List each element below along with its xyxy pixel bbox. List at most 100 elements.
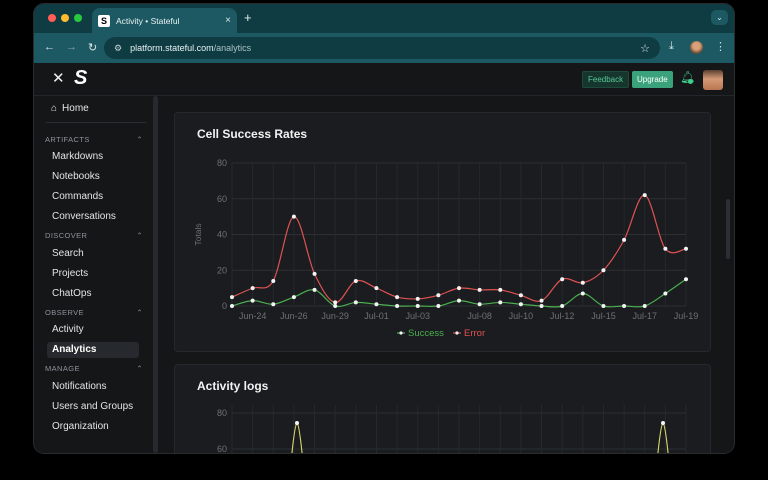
data-point-error (395, 295, 400, 300)
x-tick-label: Jul-10 (509, 311, 534, 321)
app-header: ✕ S Feedback Upgrade 🔔︎ (34, 63, 734, 96)
data-point-success (395, 304, 400, 308)
data-point-success (436, 304, 441, 308)
chevron-up-icon: ⌃ (136, 364, 143, 373)
sidebar-item-notifications[interactable]: Notifications (52, 381, 106, 392)
data-point-error (436, 293, 441, 298)
data-point-success (498, 300, 503, 305)
x-tick-label: Jul-17 (632, 311, 657, 321)
tab-search-chevron-icon[interactable]: ⌄ (711, 10, 728, 25)
stateful-logo[interactable]: S (74, 68, 94, 88)
data-point-success (539, 304, 544, 308)
sidebar-item-organization[interactable]: Organization (52, 421, 109, 432)
reload-icon[interactable]: ↻ (88, 41, 97, 54)
close-sidebar-icon[interactable]: ✕ (52, 69, 65, 87)
sidebar-item-conversations[interactable]: Conversations (52, 211, 116, 222)
kebab-menu-icon[interactable]: ⋮ (715, 40, 726, 53)
home-icon: ⌂ (51, 103, 58, 114)
data-point (295, 421, 299, 425)
legend-marker (455, 331, 459, 335)
sidebar-item-home[interactable]: ⌂ Home (51, 103, 89, 114)
data-point-error (498, 287, 503, 292)
sidebar-item-commands[interactable]: Commands (52, 191, 103, 202)
sidebar: ⌂ Home ARTIFACTS ⌃ Markdowns Notebooks Co… (34, 96, 160, 453)
data-point-success (518, 302, 523, 307)
minimize-window-button[interactable] (61, 14, 69, 22)
stateful-favicon-icon: S (98, 14, 110, 27)
x-tick-label: Jun-26 (280, 311, 308, 321)
back-arrow-icon[interactable]: ← (44, 41, 55, 53)
data-point-error (312, 271, 317, 276)
y-tick-label: 60 (217, 444, 227, 453)
section-manage[interactable]: MANAGE ⌃ (45, 364, 143, 373)
data-point-error (622, 237, 627, 242)
section-artifacts[interactable]: ARTIFACTS ⌃ (45, 135, 143, 144)
data-point-error (374, 286, 379, 291)
section-discover[interactable]: DISCOVER ⌃ (45, 231, 143, 240)
chevron-up-icon: ⌃ (136, 231, 143, 240)
y-tick-label: 20 (217, 265, 227, 275)
success-rates-chart: 0 20 40 60 80 Jun-24 Jun-26 Jun-29 Jul-01 Jul-03 J… (193, 158, 698, 339)
section-title: MANAGE (45, 364, 80, 373)
sidebar-item-chatops[interactable]: ChatOps (52, 288, 91, 299)
sidebar-item-projects[interactable]: Projects (52, 268, 88, 279)
url-host: platform.stateful.com (130, 43, 214, 53)
section-observe[interactable]: OBSERVE ⌃ (45, 308, 143, 317)
x-tick-label: Jul-15 (591, 311, 616, 321)
close-window-button[interactable] (48, 14, 56, 22)
data-point-error (457, 286, 461, 291)
y-tick-label: 0 (222, 301, 227, 311)
data-point-success (477, 302, 482, 307)
feedback-button[interactable]: Feedback (582, 71, 630, 88)
sidebar-item-search[interactable]: Search (52, 248, 84, 259)
data-point-error (271, 278, 276, 283)
y-tick-label: 40 (217, 230, 227, 240)
url-path: /analytics (213, 43, 252, 53)
tab-bar: S Activity • Stateful × + ⌄ (34, 4, 734, 33)
browser-tab-active[interactable]: S Activity • Stateful × (92, 8, 237, 33)
data-point-error (642, 193, 647, 198)
x-tick-label: Jun-24 (239, 311, 267, 321)
sidebar-item-label: Home (62, 103, 89, 114)
data-point-success (622, 304, 627, 308)
data-point-success (374, 302, 379, 307)
bookmark-star-icon[interactable]: ☆ (640, 42, 650, 55)
upgrade-button[interactable]: Upgrade (632, 71, 673, 88)
user-avatar[interactable] (703, 70, 723, 90)
data-point-success (415, 304, 420, 308)
x-tick-label: Jun-29 (321, 311, 349, 321)
data-point-success (457, 298, 461, 303)
data-point-success (353, 300, 358, 305)
download-icon[interactable]: ⤓ (669, 40, 674, 53)
y-tick-label: 80 (217, 408, 227, 418)
new-tab-button[interactable]: + (244, 10, 252, 25)
maximize-window-button[interactable] (74, 14, 82, 22)
data-point-success (601, 304, 606, 308)
sidebar-item-activity[interactable]: Activity (52, 324, 84, 335)
profile-avatar-icon[interactable] (690, 41, 703, 54)
data-point-error (250, 286, 255, 291)
data-point-error (580, 280, 585, 285)
site-settings-tune-icon[interactable]: ⚙ (114, 43, 122, 54)
sidebar-item-users-and-groups[interactable]: Users and Groups (52, 401, 133, 412)
sidebar-item-notebooks[interactable]: Notebooks (52, 171, 100, 182)
url-text: platform.stateful.com/analytics (130, 43, 251, 53)
url-field[interactable]: ⚙ platform.stateful.com/analytics ☆ (104, 37, 660, 59)
data-point-error (353, 278, 358, 283)
data-point-error (601, 268, 606, 273)
data-point-error (539, 298, 544, 303)
section-title: ARTIFACTS (45, 135, 90, 144)
data-point-success (580, 291, 585, 296)
forward-arrow-icon[interactable]: → (66, 41, 77, 53)
section-title: OBSERVE (45, 308, 84, 317)
section-title: DISCOVER (45, 231, 88, 240)
main-scrollbar[interactable] (726, 199, 730, 259)
sidebar-item-analytics[interactable]: Analytics (52, 344, 96, 355)
y-axis-label: Totals (193, 223, 203, 245)
sidebar-scrollbar[interactable] (153, 96, 158, 453)
cell-success-rates-card: Cell Success Rates 0 20 40 60 80 Jun-24 Jun-26… (174, 112, 711, 352)
data-point-success (312, 287, 317, 292)
data-point-success (291, 295, 296, 300)
sidebar-item-markdowns[interactable]: Markdowns (52, 151, 103, 162)
tab-close-icon[interactable]: × (225, 15, 231, 26)
